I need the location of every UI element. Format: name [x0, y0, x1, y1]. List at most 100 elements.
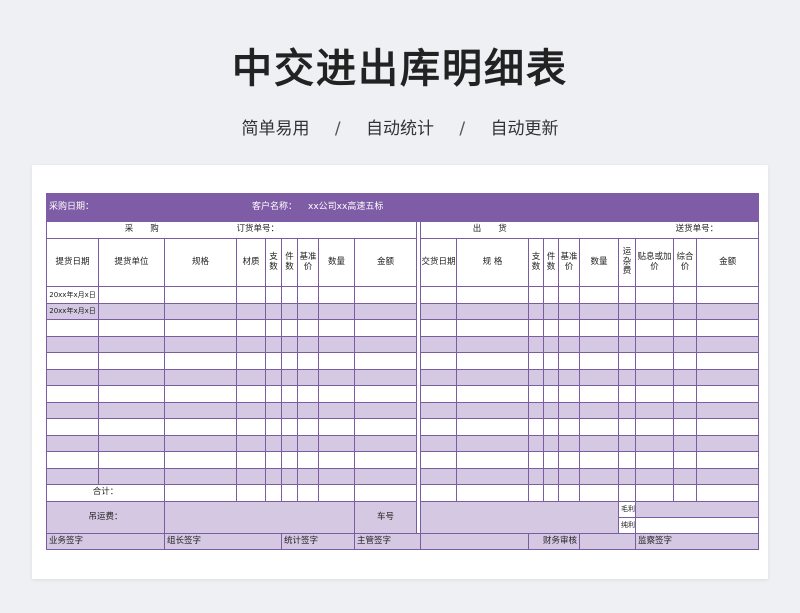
- table-cell[interactable]: [354, 286, 418, 304]
- table-cell[interactable]: [265, 385, 283, 403]
- cell[interactable]: [618, 484, 637, 502]
- table-cell[interactable]: [528, 385, 545, 403]
- table-cell[interactable]: [528, 467, 545, 485]
- table-cell[interactable]: [265, 319, 283, 337]
- row-date-cell[interactable]: 20xx年x月x日: [46, 302, 99, 320]
- table-cell[interactable]: [297, 352, 320, 370]
- table-cell[interactable]: [635, 368, 675, 386]
- table-cell[interactable]: [318, 385, 356, 403]
- cell[interactable]: [297, 484, 320, 502]
- cell[interactable]: [528, 484, 545, 502]
- table-cell[interactable]: [579, 368, 620, 386]
- table-cell[interactable]: [236, 418, 267, 436]
- table-cell[interactable]: [558, 319, 581, 337]
- table-cell[interactable]: [318, 302, 356, 320]
- table-cell[interactable]: [528, 319, 545, 337]
- table-cell[interactable]: [163, 401, 238, 419]
- table-cell[interactable]: [673, 302, 698, 320]
- table-cell[interactable]: [297, 451, 320, 469]
- table-cell[interactable]: [579, 434, 620, 452]
- table-cell[interactable]: [281, 302, 299, 320]
- table-cell[interactable]: [297, 467, 320, 485]
- table-cell[interactable]: [281, 434, 299, 452]
- table-cell[interactable]: [618, 286, 637, 304]
- table-cell[interactable]: [98, 451, 165, 469]
- table-cell[interactable]: [265, 418, 283, 436]
- table-cell[interactable]: [456, 302, 530, 320]
- cell[interactable]: [265, 484, 283, 502]
- table-cell[interactable]: [528, 352, 545, 370]
- table-cell[interactable]: [318, 434, 356, 452]
- table-cell[interactable]: [673, 335, 698, 353]
- table-cell[interactable]: [297, 434, 320, 452]
- cell[interactable]: [635, 484, 675, 502]
- table-cell[interactable]: [456, 352, 530, 370]
- table-cell[interactable]: [236, 434, 267, 452]
- table-cell[interactable]: [281, 418, 299, 436]
- table-cell[interactable]: [696, 434, 760, 452]
- table-cell[interactable]: [318, 418, 356, 436]
- table-cell[interactable]: [297, 302, 320, 320]
- cell[interactable]: [281, 484, 299, 502]
- table-cell[interactable]: [163, 352, 238, 370]
- table-cell[interactable]: [98, 401, 165, 419]
- table-cell[interactable]: [673, 286, 698, 304]
- table-cell[interactable]: [696, 418, 760, 436]
- table-cell[interactable]: [297, 335, 320, 353]
- table-cell[interactable]: [543, 451, 560, 469]
- table-cell[interactable]: [318, 335, 356, 353]
- table-cell[interactable]: [558, 467, 581, 485]
- table-cell[interactable]: [528, 418, 545, 436]
- table-cell[interactable]: [265, 352, 283, 370]
- row-date-cell[interactable]: [46, 434, 99, 452]
- table-cell[interactable]: [354, 352, 418, 370]
- table-cell[interactable]: [456, 434, 530, 452]
- table-cell[interactable]: [236, 319, 267, 337]
- table-cell[interactable]: [579, 335, 620, 353]
- table-cell[interactable]: [696, 401, 760, 419]
- sig-blank[interactable]: [579, 533, 637, 550]
- table-cell[interactable]: [579, 418, 620, 436]
- table-cell[interactable]: [456, 385, 530, 403]
- table-cell[interactable]: [420, 401, 458, 419]
- table-cell[interactable]: [558, 352, 581, 370]
- table-cell[interactable]: [579, 401, 620, 419]
- table-cell[interactable]: [265, 335, 283, 353]
- table-cell[interactable]: [558, 434, 581, 452]
- table-cell[interactable]: [635, 302, 675, 320]
- table-cell[interactable]: [354, 401, 418, 419]
- table-cell[interactable]: [98, 368, 165, 386]
- table-cell[interactable]: [297, 319, 320, 337]
- table-cell[interactable]: [618, 319, 637, 337]
- table-cell[interactable]: [618, 335, 637, 353]
- table-cell[interactable]: [558, 385, 581, 403]
- table-cell[interactable]: [163, 385, 238, 403]
- table-cell[interactable]: [528, 302, 545, 320]
- table-cell[interactable]: [281, 286, 299, 304]
- table-cell[interactable]: [579, 385, 620, 403]
- table-cell[interactable]: [98, 286, 165, 304]
- table-cell[interactable]: [456, 368, 530, 386]
- table-cell[interactable]: [528, 368, 545, 386]
- table-cell[interactable]: [163, 418, 238, 436]
- table-cell[interactable]: [528, 434, 545, 452]
- table-cell[interactable]: [558, 302, 581, 320]
- table-cell[interactable]: [528, 401, 545, 419]
- car-number-value[interactable]: [420, 501, 620, 534]
- table-cell[interactable]: [543, 319, 560, 337]
- table-cell[interactable]: [558, 401, 581, 419]
- row-date-cell[interactable]: [46, 401, 99, 419]
- table-cell[interactable]: [236, 467, 267, 485]
- table-cell[interactable]: [281, 451, 299, 469]
- table-cell[interactable]: [696, 319, 760, 337]
- table-cell[interactable]: [236, 401, 267, 419]
- table-cell[interactable]: [98, 302, 165, 320]
- table-cell[interactable]: [579, 302, 620, 320]
- table-cell[interactable]: [543, 302, 560, 320]
- crane-fee-value[interactable]: [163, 501, 356, 534]
- gross-profit-value[interactable]: [635, 501, 760, 518]
- table-cell[interactable]: [98, 352, 165, 370]
- table-cell[interactable]: [265, 434, 283, 452]
- table-cell[interactable]: [456, 467, 530, 485]
- table-cell[interactable]: [673, 451, 698, 469]
